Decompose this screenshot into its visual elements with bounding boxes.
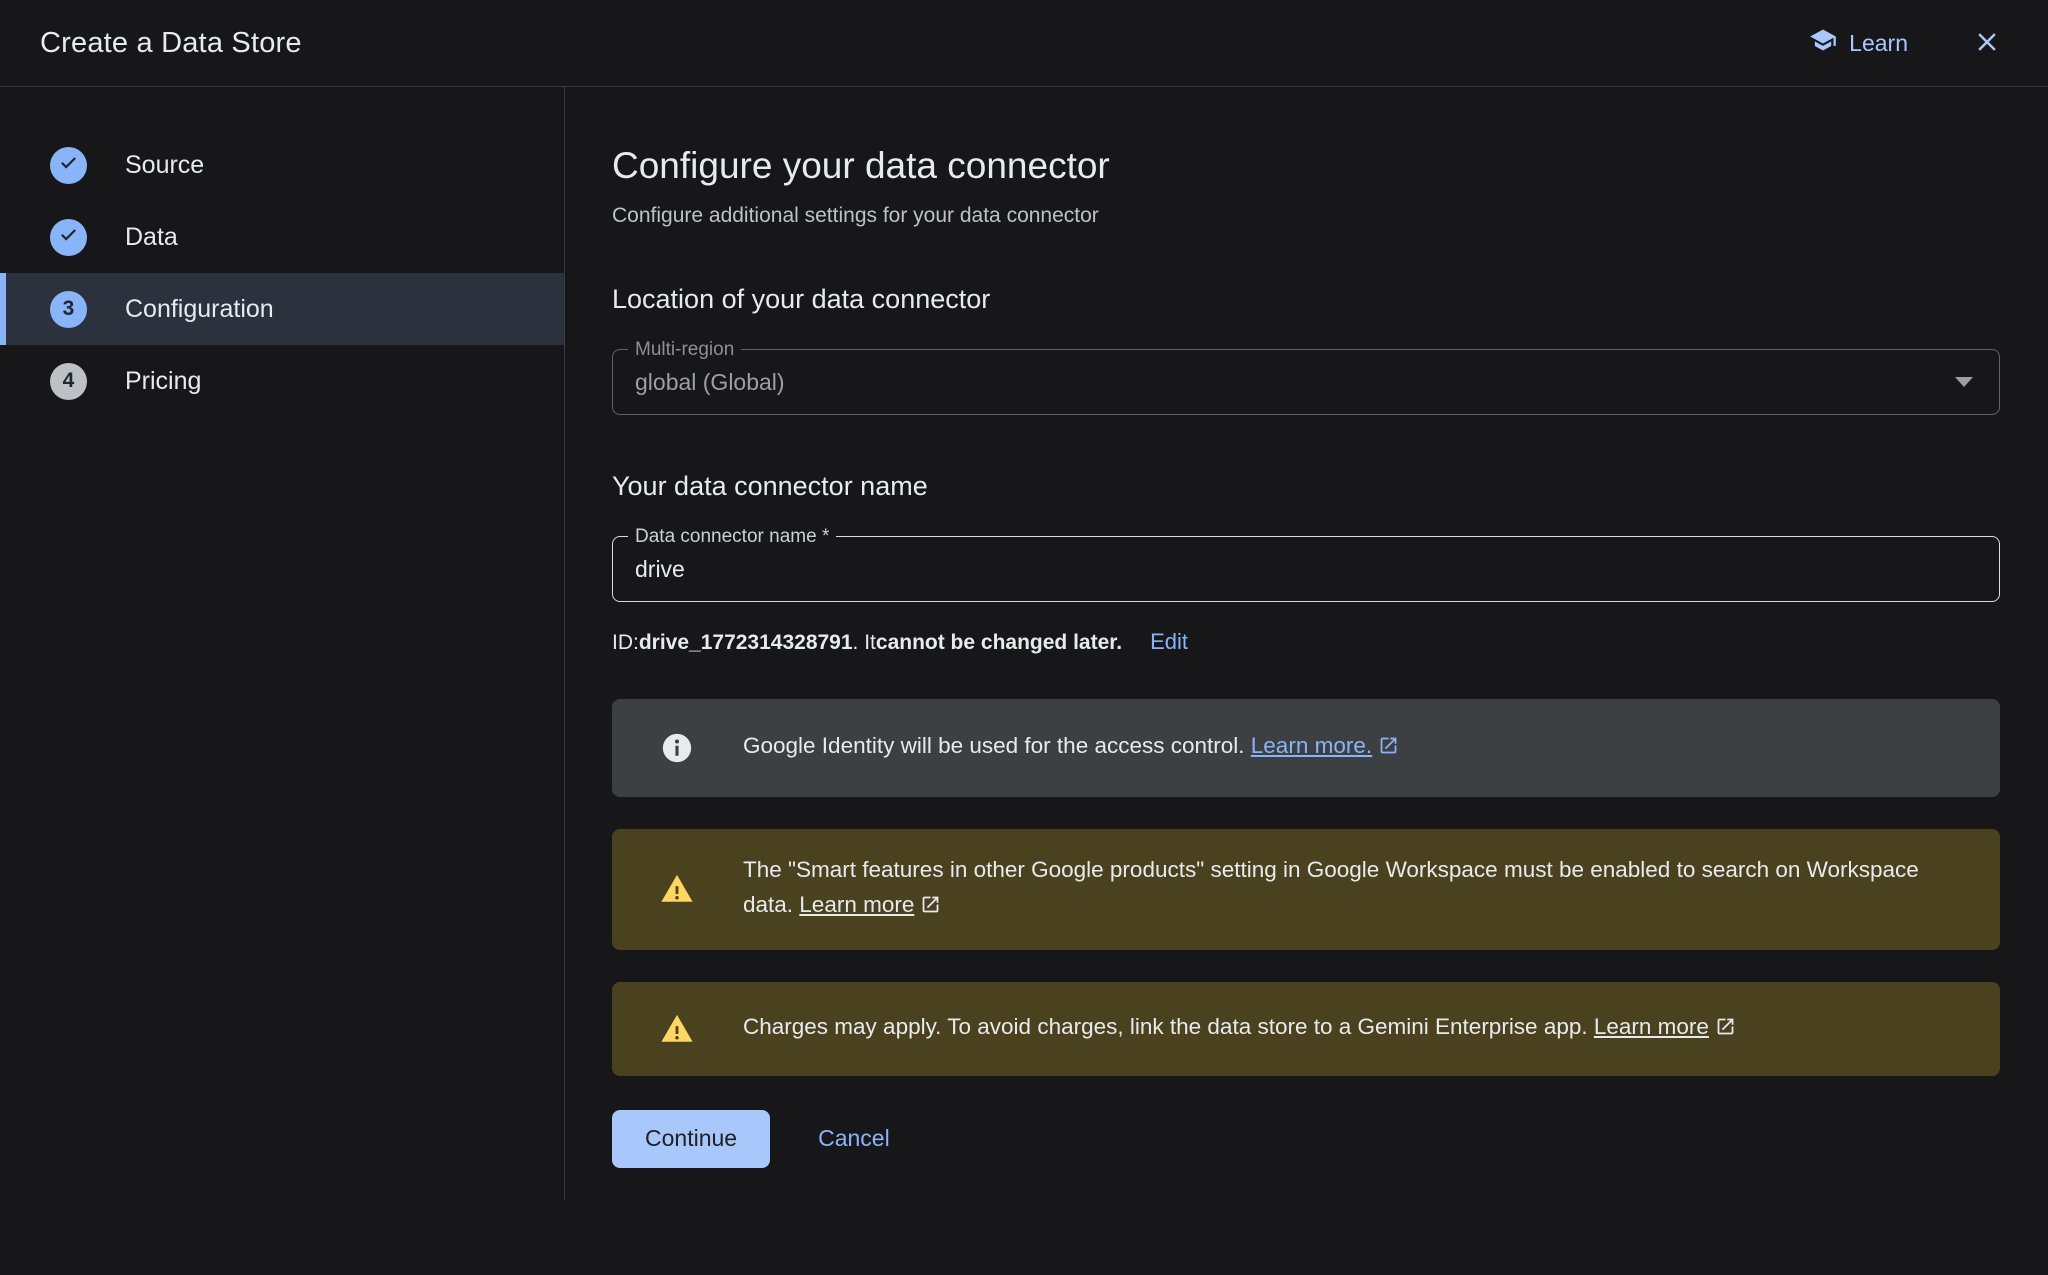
step-completed-badge [50, 219, 87, 256]
learn-more-link[interactable]: Learn more. [1251, 733, 1372, 758]
multi-region-label: Multi-region [628, 338, 741, 362]
step-pricing[interactable]: 4 Pricing [0, 345, 565, 417]
step-label: Source [125, 151, 204, 180]
header-actions: Learn [1809, 26, 2002, 60]
close-button[interactable] [1972, 27, 2002, 60]
cancel-button[interactable]: Cancel [812, 1124, 896, 1153]
info-banner: Google Identity will be used for the acc… [612, 699, 2000, 797]
banner-message: The "Smart features in other Google prod… [743, 857, 1919, 917]
name-section-title: Your data connector name [612, 471, 2000, 502]
open-in-new-icon [1378, 732, 1399, 767]
action-buttons: Continue Cancel [612, 1110, 2000, 1168]
step-configuration[interactable]: 3 Configuration [0, 273, 565, 345]
step-source[interactable]: Source [0, 129, 565, 201]
step-label: Data [125, 223, 178, 252]
step-label: Configuration [125, 295, 274, 324]
open-in-new-icon [920, 891, 941, 926]
id-value: drive_1772314328791 [639, 631, 853, 655]
connector-id-line: ID: drive_1772314328791 . It cannot be c… [612, 629, 2000, 655]
content-subheading: Configure additional settings for your d… [612, 204, 2000, 228]
sidebar-divider [564, 87, 565, 1200]
banner-message: Google Identity will be used for the acc… [743, 733, 1251, 758]
step-number: 4 [63, 369, 75, 393]
charges-warning-banner: Charges may apply. To avoid charges, lin… [612, 982, 2000, 1076]
dialog-header: Create a Data Store Learn [0, 0, 2048, 87]
create-data-store-dialog: Create a Data Store Learn [0, 0, 2048, 1275]
step-label: Pricing [125, 367, 201, 396]
step-data[interactable]: Data [0, 201, 565, 273]
check-icon [57, 150, 80, 180]
id-middle: . It [853, 631, 876, 655]
id-note: cannot be changed later. [876, 631, 1122, 655]
step-number-badge: 4 [50, 363, 87, 400]
school-icon [1809, 26, 1837, 60]
content-heading: Configure your data connector [612, 145, 2000, 187]
page-title: Create a Data Store [40, 27, 302, 60]
data-connector-name-input[interactable] [635, 556, 1973, 583]
main-content: Configure your data connector Configure … [565, 87, 2048, 1275]
dialog-body: Source Data 3 Configuration 4 [0, 87, 2048, 1275]
data-connector-name-label: Data connector name * [628, 525, 836, 549]
learn-label: Learn [1849, 30, 1908, 57]
multi-region-select: Multi-region global (Global) [612, 349, 2000, 415]
open-in-new-icon [1715, 1013, 1736, 1048]
banner-text: Google Identity will be used for the acc… [743, 729, 1399, 767]
chevron-down-icon [1955, 377, 1973, 387]
stepper-sidebar: Source Data 3 Configuration 4 [0, 87, 565, 1275]
warning-icon [660, 1012, 694, 1046]
continue-button[interactable]: Continue [612, 1110, 770, 1168]
edit-id-link[interactable]: Edit [1150, 629, 1188, 655]
close-icon [1972, 27, 2002, 60]
step-number: 3 [63, 297, 75, 321]
banner-message: Charges may apply. To avoid charges, lin… [743, 1014, 1594, 1039]
step-number-badge: 3 [50, 291, 87, 328]
location-section-title: Location of your data connector [612, 284, 2000, 315]
learn-link[interactable]: Learn [1809, 26, 1908, 60]
learn-more-link[interactable]: Learn more [799, 892, 914, 917]
data-connector-name-field: Data connector name * [612, 536, 2000, 602]
warning-icon [660, 872, 694, 906]
banner-text: Charges may apply. To avoid charges, lin… [743, 1010, 1736, 1048]
info-icon [660, 731, 694, 765]
banner-text: The "Smart features in other Google prod… [743, 853, 1952, 926]
check-icon [57, 222, 80, 252]
multi-region-value: global (Global) [635, 369, 785, 396]
id-prefix: ID: [612, 631, 639, 655]
step-completed-badge [50, 147, 87, 184]
learn-more-link[interactable]: Learn more [1594, 1014, 1709, 1039]
workspace-warning-banner: The "Smart features in other Google prod… [612, 829, 2000, 950]
